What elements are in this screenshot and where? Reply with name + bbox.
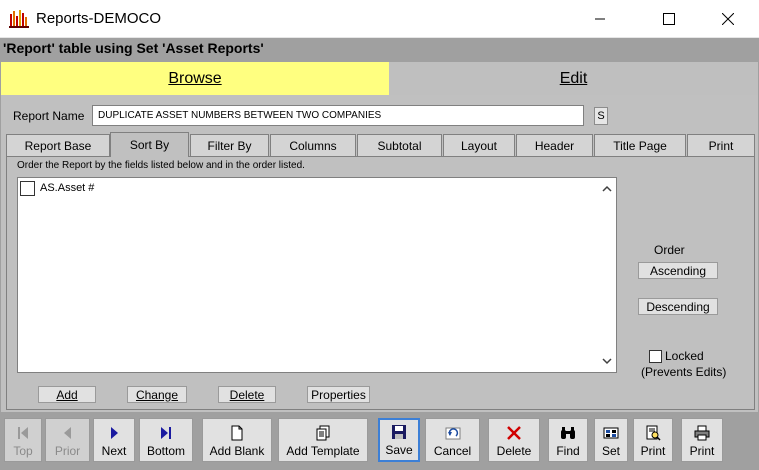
save-button[interactable]: Save	[378, 418, 420, 462]
floppy-disk-icon	[391, 424, 407, 440]
scroll-up-icon[interactable]	[601, 183, 613, 195]
sort-item-label: AS.Asset #	[40, 182, 95, 194]
sort-instructions: Order the Report by the fields listed be…	[17, 160, 305, 171]
add-sort-button[interactable]: Add	[38, 386, 96, 403]
next-button[interactable]: Next	[93, 418, 135, 462]
maximize-icon	[663, 13, 675, 25]
tab-title-page[interactable]: Title Page	[594, 134, 686, 156]
table-caption: 'Report' table using Set 'Asset Reports'	[3, 40, 264, 56]
delete-x-icon	[506, 425, 522, 441]
binoculars-icon	[560, 425, 576, 441]
printer-icon	[694, 425, 710, 441]
app-logo-icon	[9, 8, 29, 28]
add-template-label: Add Template	[286, 444, 360, 458]
report-name-label: Report Name	[13, 109, 85, 123]
prior-label: Prior	[54, 444, 81, 458]
report-name-field[interactable]: DUPLICATE ASSET NUMBERS BETWEEN TWO COMP…	[92, 105, 584, 126]
tab-layout[interactable]: Layout	[443, 134, 515, 156]
first-record-icon	[15, 425, 31, 441]
properties-button[interactable]: Properties	[307, 386, 370, 403]
delete-button[interactable]: Delete	[488, 418, 540, 462]
print-preview-label: Print	[640, 444, 666, 458]
delete-label: Delete	[496, 444, 532, 458]
browse-mode-tab[interactable]: Browse	[1, 62, 389, 95]
blank-page-icon	[229, 425, 245, 441]
set-label: Set	[601, 444, 620, 458]
tab-columns[interactable]: Columns	[270, 134, 356, 156]
title-bar: Reports-DEMOCO	[0, 0, 759, 38]
find-label: Find	[556, 444, 580, 458]
add-blank-button[interactable]: Add Blank	[202, 418, 272, 462]
locked-checkbox-box[interactable]	[649, 349, 662, 363]
print-button[interactable]: Print	[681, 418, 723, 462]
print-preview-button[interactable]: Print	[633, 418, 673, 462]
maximize-button[interactable]	[646, 0, 692, 38]
close-icon	[722, 13, 734, 25]
find-button[interactable]: Find	[548, 418, 588, 462]
save-label: Save	[385, 443, 413, 457]
tab-print[interactable]: Print	[687, 134, 755, 156]
print-preview-icon	[645, 425, 661, 441]
top-label: Top	[13, 444, 33, 458]
prior-record-icon	[60, 425, 76, 441]
sort-item-checkbox[interactable]	[20, 180, 35, 196]
tab-filter-by[interactable]: Filter By	[190, 134, 269, 156]
descending-button[interactable]: Descending	[638, 298, 718, 315]
minimize-icon	[594, 13, 606, 25]
minimize-button[interactable]	[577, 0, 623, 38]
bottom-button[interactable]: Bottom	[139, 418, 193, 462]
prior-button[interactable]: Prior	[45, 418, 90, 462]
add-blank-label: Add Blank	[209, 444, 265, 458]
add-template-button[interactable]: Add Template	[278, 418, 368, 462]
order-label: Order	[654, 243, 685, 257]
set-icon	[603, 425, 619, 441]
next-label: Next	[101, 444, 127, 458]
delete-sort-button[interactable]: Delete	[218, 386, 276, 403]
report-panel: Report Name DUPLICATE ASSET NUMBERS BETW…	[1, 95, 758, 412]
locked-label: Locked	[665, 349, 704, 363]
edit-mode-tab[interactable]: Edit	[389, 62, 758, 95]
tab-report-base[interactable]: Report Base	[6, 134, 110, 156]
bottom-toolbar: Top Prior Next Bottom Add Blank Add Temp…	[0, 416, 759, 470]
sort-fields-list[interactable]: AS.Asset #	[17, 177, 617, 373]
set-button[interactable]: Set	[594, 418, 628, 462]
ascending-button[interactable]: Ascending	[638, 262, 718, 279]
change-sort-button[interactable]: Change	[127, 386, 187, 403]
tab-subtotal[interactable]: Subtotal	[357, 134, 442, 156]
last-record-icon	[158, 425, 174, 441]
locked-sublabel: (Prevents Edits)	[641, 365, 727, 379]
cancel-label: Cancel	[433, 444, 472, 458]
bottom-label: Bottom	[146, 444, 185, 458]
window-title: Reports-DEMOCO	[36, 10, 162, 27]
s-button[interactable]: S	[594, 107, 608, 125]
template-icon	[315, 425, 331, 441]
client-area: 'Report' table using Set 'Asset Reports'…	[0, 38, 759, 470]
close-button[interactable]	[705, 0, 751, 38]
tab-header[interactable]: Header	[516, 134, 593, 156]
locked-checkbox[interactable]: Locked	[649, 349, 704, 363]
scroll-down-icon[interactable]	[601, 355, 613, 367]
tab-sort-by[interactable]: Sort By	[110, 132, 189, 157]
list-item[interactable]: AS.Asset #	[20, 180, 94, 196]
undo-icon	[445, 425, 461, 441]
next-record-icon	[106, 425, 122, 441]
top-button[interactable]: Top	[4, 418, 42, 462]
cancel-button[interactable]: Cancel	[425, 418, 480, 462]
print-label: Print	[689, 444, 715, 458]
